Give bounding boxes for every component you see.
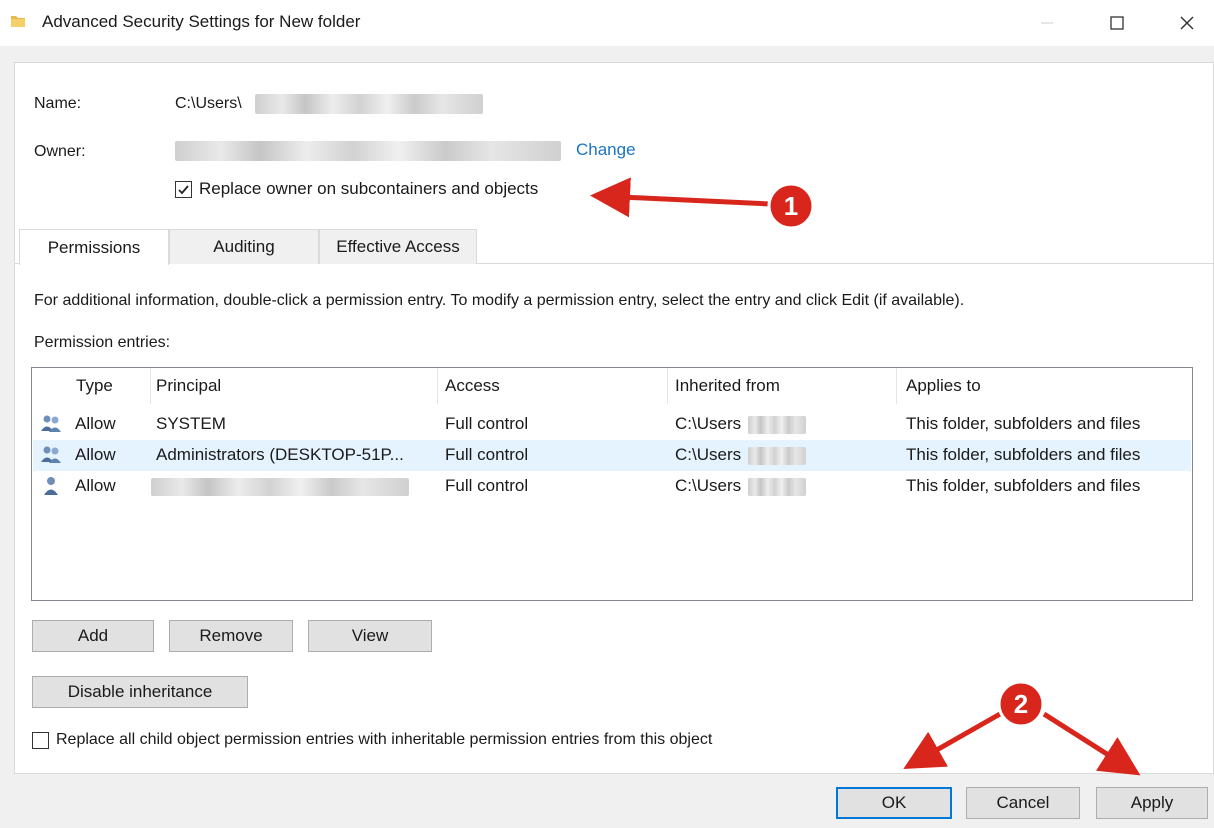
tab-permissions[interactable]: Permissions	[19, 229, 169, 265]
remove-button[interactable]: Remove	[169, 620, 293, 652]
row-access: Full control	[445, 414, 529, 433]
permission-entries-table[interactable]: Type Principal Access Inherited from App…	[31, 367, 1193, 601]
security-settings-panel: Name: C:\Users\ Owner: Change Replace ow…	[14, 62, 1214, 774]
row-type: Allow	[75, 414, 116, 433]
disable-inheritance-button[interactable]: Disable inheritance	[32, 676, 248, 708]
group-users-icon	[41, 415, 61, 432]
apply-button[interactable]: Apply	[1096, 787, 1208, 819]
replace-child-permissions-label[interactable]: Replace all child object permission entr…	[56, 731, 712, 749]
row-applies-to: This folder, subfolders and files	[906, 476, 1141, 495]
user-icon	[44, 477, 58, 495]
close-icon	[1180, 16, 1194, 30]
tab-auditing[interactable]: Auditing	[169, 229, 319, 264]
window-title: Advanced Security Settings for New folde…	[42, 12, 361, 31]
name-label: Name:	[34, 95, 82, 112]
column-header-principal[interactable]: Principal	[156, 376, 221, 396]
table-row[interactable]: Allow Administrators (DESKTOP-51P... Ful…	[33, 440, 1191, 471]
row-applies-to: This folder, subfolders and files	[906, 445, 1141, 464]
permission-entries-label: Permission entries:	[34, 334, 171, 351]
row-inherited-from: C:\Users	[675, 476, 742, 495]
row-access: Full control	[445, 476, 529, 495]
row-principal: SYSTEM	[156, 414, 226, 433]
row-inherited-from: C:\Users	[675, 445, 742, 464]
checkmark-icon	[178, 185, 189, 195]
redacted-inherited	[748, 447, 806, 465]
replace-child-permissions-checkbox[interactable]	[32, 732, 49, 749]
title-bar: Advanced Security Settings for New folde…	[0, 0, 1214, 46]
row-principal: Administrators (DESKTOP-51P...	[156, 445, 404, 464]
column-divider[interactable]	[437, 368, 438, 404]
owner-label: Owner:	[34, 143, 86, 160]
row-inherited-from: C:\Users	[675, 414, 742, 433]
ok-button[interactable]: OK	[836, 787, 952, 819]
change-owner-link[interactable]: Change	[576, 140, 636, 160]
column-divider[interactable]	[896, 368, 897, 404]
row-access: Full control	[445, 445, 529, 464]
redacted-owner	[175, 141, 561, 161]
maximize-button[interactable]	[1082, 0, 1152, 46]
row-type: Allow	[75, 445, 116, 464]
folder-icon	[11, 16, 25, 27]
table-row[interactable]: Allow SYSTEM Full control C:\Users This …	[33, 409, 1191, 440]
replace-owner-checkbox[interactable]	[175, 181, 192, 198]
name-value: C:\Users\	[175, 95, 242, 112]
maximize-icon	[1110, 16, 1124, 30]
add-button[interactable]: Add	[32, 620, 154, 652]
group-users-icon	[41, 446, 61, 463]
column-header-applies-to[interactable]: Applies to	[906, 376, 981, 396]
minimize-icon	[1041, 22, 1053, 24]
close-button[interactable]	[1152, 0, 1214, 46]
info-text: For additional information, double-click…	[34, 292, 965, 309]
row-type: Allow	[75, 476, 116, 495]
row-applies-to: This folder, subfolders and files	[906, 414, 1141, 433]
column-header-inherited-from[interactable]: Inherited from	[675, 376, 780, 396]
replace-owner-label[interactable]: Replace owner on subcontainers and objec…	[199, 179, 538, 199]
column-divider[interactable]	[150, 368, 151, 404]
view-button[interactable]: View	[308, 620, 432, 652]
column-divider[interactable]	[667, 368, 668, 404]
redacted-principal	[151, 478, 409, 496]
redacted-path	[255, 94, 483, 114]
redacted-inherited	[748, 416, 806, 434]
minimize-button[interactable]	[1012, 0, 1082, 46]
column-header-type[interactable]: Type	[76, 376, 113, 396]
table-row[interactable]: Allow Full control C:\Users This folder,…	[33, 471, 1191, 502]
redacted-inherited	[748, 478, 806, 496]
tab-effective-access[interactable]: Effective Access	[319, 229, 477, 264]
column-header-access[interactable]: Access	[445, 376, 500, 396]
cancel-button[interactable]: Cancel	[966, 787, 1080, 819]
